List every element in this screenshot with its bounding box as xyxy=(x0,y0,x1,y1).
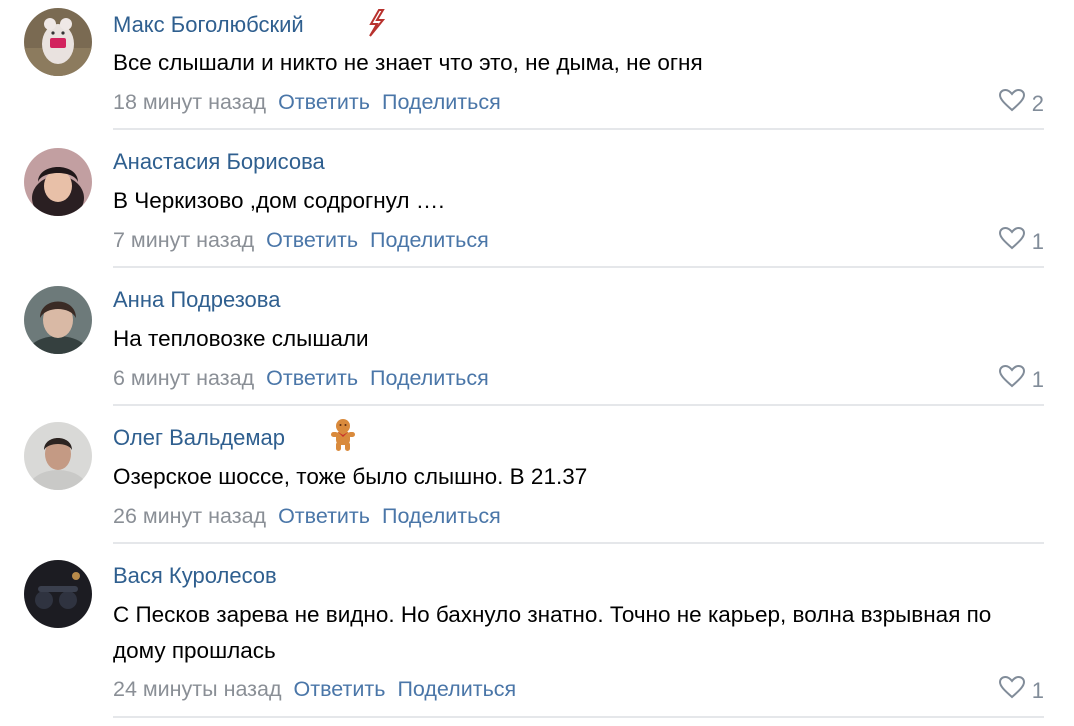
share-link[interactable]: Поделиться xyxy=(370,366,489,390)
share-link[interactable]: Поделиться xyxy=(382,504,501,528)
comment-author[interactable]: Вася Куролесов xyxy=(113,562,277,590)
like-button[interactable]: 1 xyxy=(998,675,1044,706)
share-link[interactable]: Поделиться xyxy=(397,677,516,701)
comment-text: Все слышали и никто не знает что это, не… xyxy=(113,50,703,75)
comment-text: С Песков зарева не видно. Но бахнуло зна… xyxy=(113,602,992,663)
share-link[interactable]: Поделиться xyxy=(370,228,489,252)
heart-icon xyxy=(998,226,1026,257)
heart-icon xyxy=(998,88,1026,119)
heart-icon xyxy=(998,675,1026,706)
comment-item: Макс Боголюбский Все слышали и никто не … xyxy=(0,0,1074,130)
like-button[interactable]: 1 xyxy=(998,364,1044,395)
heart-icon xyxy=(998,364,1026,395)
comment-meta: 6 минут назад Ответить Поделиться xyxy=(113,364,489,392)
comment-author[interactable]: Анна Подрезова xyxy=(113,286,280,314)
divider xyxy=(113,266,1044,268)
like-count: 1 xyxy=(1031,228,1044,254)
comment-author[interactable]: Макс Боголюбский xyxy=(113,11,304,39)
comment-time: 26 минут назад xyxy=(113,504,267,528)
reply-link[interactable]: Ответить xyxy=(266,366,358,390)
comment-text: Озерское шоссе, тоже было слышно. В 21.3… xyxy=(113,464,588,489)
comment-time: 6 минут назад xyxy=(113,366,255,390)
comment-meta: 18 минут назад Ответить Поделиться xyxy=(113,88,501,116)
comment-time: 18 минут назад xyxy=(113,90,267,114)
divider xyxy=(113,404,1044,406)
comment-text: В Черкизово ,дом содрогнул …. xyxy=(113,188,445,213)
gingerbread-icon xyxy=(330,418,356,451)
comment-item: Олег Вальдемар Озерское шоссе, тоже было… xyxy=(0,414,1074,544)
comment-meta: 7 минут назад Ответить Поделиться xyxy=(113,226,489,254)
comment-item: Анна Подрезова На тепловозке слышали 6 м… xyxy=(0,276,1074,406)
like-count: 2 xyxy=(1031,90,1044,116)
reply-link[interactable]: Ответить xyxy=(294,677,386,701)
divider xyxy=(113,542,1044,544)
avatar[interactable] xyxy=(24,422,92,490)
comment-item: Вася Куролесов С Песков зарева не видно.… xyxy=(0,552,1074,726)
comment-author[interactable]: Олег Вальдемар xyxy=(113,424,285,452)
like-count: 1 xyxy=(1031,677,1044,703)
like-button[interactable]: 2 xyxy=(998,88,1044,119)
comment-time: 24 минуты назад xyxy=(113,677,282,701)
reply-link[interactable]: Ответить xyxy=(266,228,358,252)
like-count: 1 xyxy=(1031,366,1044,392)
avatar[interactable] xyxy=(24,8,92,76)
share-link[interactable]: Поделиться xyxy=(382,90,501,114)
avatar[interactable] xyxy=(24,148,92,216)
comment-meta: 26 минут назад Ответить Поделиться xyxy=(113,502,501,530)
avatar[interactable] xyxy=(24,560,92,628)
avatar[interactable] xyxy=(24,286,92,354)
divider xyxy=(113,128,1044,130)
divider xyxy=(113,716,1044,718)
comment-item: Анастасия Борисова В Черкизово ,дом содр… xyxy=(0,138,1074,268)
reply-link[interactable]: Ответить xyxy=(278,90,370,114)
reply-link[interactable]: Ответить xyxy=(278,504,370,528)
like-button[interactable]: 1 xyxy=(998,226,1044,257)
comment-author[interactable]: Анастасия Борисова xyxy=(113,148,325,176)
comment-time: 7 минут назад xyxy=(113,228,255,252)
comment-text: На тепловозке слышали xyxy=(113,326,369,351)
comment-meta: 24 минуты назад Ответить Поделиться xyxy=(113,675,516,703)
lightning-icon xyxy=(362,8,388,38)
